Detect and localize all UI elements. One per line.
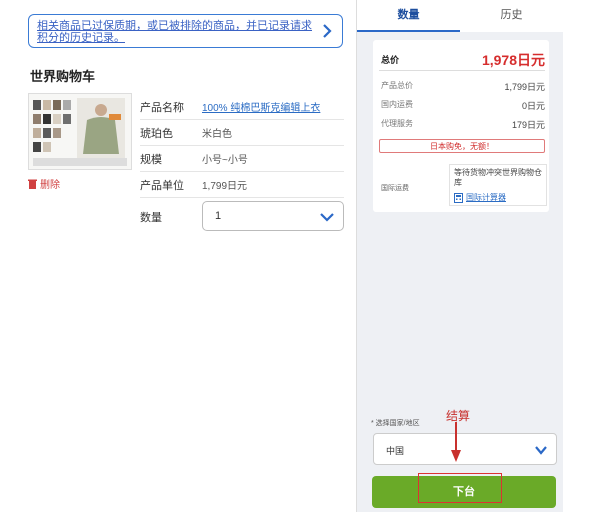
subtotal-label: 产品总价 [381, 81, 413, 90]
country-value: 中国 [386, 446, 405, 456]
total-value: 1,978日元 [481, 52, 545, 68]
chevron-down-icon [535, 446, 547, 455]
tab-history[interactable]: 历史 [460, 0, 563, 32]
chevron-right-icon [323, 24, 332, 38]
unit-price-value: 1,799日元 [202, 181, 248, 192]
detail-row: 产品单位 1,799日元 [140, 172, 344, 198]
cart-title: 世界购物车 [30, 69, 96, 84]
calculator-icon [454, 192, 463, 203]
detail-row: 产品名称 100% 纯棉巴斯克编辑上衣 [140, 94, 344, 120]
total-row: 总价 1,978日元 [379, 48, 545, 71]
calculator-link-label[interactable]: 国际计算器 [466, 192, 506, 203]
free-shipping-notice: 日本购免，无额！ [379, 139, 545, 153]
product-name-label: 产品名称 [140, 101, 184, 114]
history-notice-link[interactable]: 相关商品已过保质期，或已被排除的商品，并已记录请求积分的历史记录。 [37, 20, 317, 44]
domestic-shipping-value: 0日元 [521, 101, 545, 111]
intl-shipping-text: 等待货物冲突世界购物仓库 [454, 168, 542, 187]
annotation-highlight-box [418, 473, 502, 503]
country-select[interactable]: 中国 [373, 433, 557, 465]
color-value: 米白色 [202, 129, 232, 140]
country-hint: * 选择国家/地区 [371, 420, 420, 427]
size-value: 小号~小号 [202, 155, 248, 166]
chevron-down-icon [320, 213, 334, 222]
arrow-down-icon [451, 422, 461, 462]
unit-price-label: 产品单位 [140, 179, 184, 192]
quantity-select[interactable]: 1 [202, 201, 344, 231]
calculator-link[interactable]: 国际计算器 [454, 192, 506, 203]
product-thumbnail[interactable] [28, 93, 132, 170]
history-notice[interactable]: 相关商品已过保质期，或已被排除的商品，并已记录请求积分的历史记录。 [28, 14, 343, 48]
product-name-link[interactable]: 100% 纯棉巴斯克编辑上衣 [202, 99, 320, 114]
intl-shipping-box: 等待货物冲突世界购物仓库 国际计算器 [449, 164, 547, 206]
size-label: 规模 [140, 153, 162, 166]
service-fee-row: 代理服务 179日元 [381, 118, 545, 132]
subtotal-value: 1,799日元 [504, 82, 545, 92]
subtotal-row: 产品总价 1,799日元 [381, 80, 545, 94]
domestic-shipping-label: 国内运费 [381, 100, 413, 109]
detail-row: 规模 小号~小号 [140, 146, 344, 172]
delete-label: 删除 [40, 180, 60, 191]
cart-panel: 相关商品已过保质期，或已被排除的商品，并已记录请求积分的历史记录。 世界购物车 [0, 0, 356, 512]
total-label: 总价 [381, 55, 400, 65]
service-fee-value: 179日元 [511, 120, 545, 130]
product-details: 产品名称 100% 纯棉巴斯克编辑上衣 琥珀色 米白色 规模 小号~小号 产品单… [140, 94, 344, 198]
trash-icon [28, 179, 37, 189]
sidebar-tabs: 数量 历史 [357, 0, 563, 32]
delete-button[interactable]: 删除 [28, 176, 60, 191]
intl-shipping-label: 国际运费 [381, 185, 409, 192]
quantity-value: 1 [215, 210, 222, 222]
detail-row: 琥珀色 米白色 [140, 120, 344, 146]
service-fee-label: 代理服务 [381, 119, 413, 128]
tab-quantity[interactable]: 数量 [357, 0, 460, 32]
domestic-shipping-row: 国内运费 0日元 [381, 99, 545, 113]
color-label: 琥珀色 [140, 127, 173, 140]
quantity-label: 数量 [140, 212, 162, 224]
price-summary: 总价 1,978日元 产品总价 1,799日元 国内运费 0日元 代理服务 17… [373, 40, 549, 212]
product-image [29, 94, 131, 169]
